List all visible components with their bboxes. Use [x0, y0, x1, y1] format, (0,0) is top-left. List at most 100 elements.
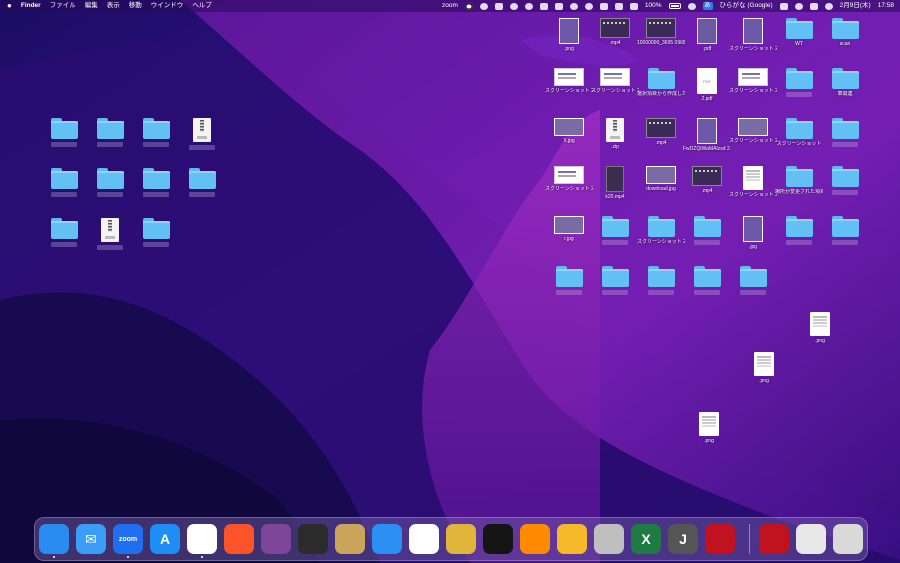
- brave-app[interactable]: [224, 524, 254, 554]
- excel-app[interactable]: X: [631, 524, 661, 554]
- desktop-item-folder[interactable]: [775, 216, 823, 245]
- finder-app[interactable]: [39, 524, 69, 554]
- desktop-item-zip[interactable]: [86, 218, 134, 250]
- tor-browser-app[interactable]: [261, 524, 291, 554]
- desktop-item-png[interactable]: .jpg: [729, 216, 777, 250]
- zoom-status-item[interactable]: zoom: [442, 0, 458, 12]
- desktop-item-shot[interactable]: スクリーンショット 2021-1....9.32.png: [729, 68, 777, 94]
- menubar-time[interactable]: 17:58: [878, 0, 894, 12]
- desktop-item-zip[interactable]: [178, 118, 226, 150]
- jedit-app[interactable]: J: [668, 524, 698, 554]
- desktop-item-folder[interactable]: [178, 168, 226, 197]
- menu-file[interactable]: ファイル: [50, 0, 76, 12]
- menubar-date[interactable]: 2月9日(木): [840, 0, 871, 12]
- menu-view[interactable]: 表示: [107, 0, 120, 12]
- clock-icon[interactable]: [569, 2, 578, 10]
- desktop-item-folder[interactable]: [40, 218, 88, 247]
- obs-status-icon[interactable]: [479, 2, 488, 10]
- desktop-item-folder[interactable]: [132, 118, 180, 147]
- desktop-item-folder[interactable]: [683, 266, 731, 295]
- desktop-item-shot[interactable]: スクリーンショット 2023-0....30.png: [545, 68, 593, 94]
- desktop-item-folder[interactable]: [821, 216, 869, 245]
- desktop-item-video[interactable]: .mp4: [683, 166, 731, 194]
- desktop-item-shot[interactable]: スクリーンショット 2023-0....33.png: [545, 166, 593, 192]
- zoom-app[interactable]: zoom: [113, 524, 143, 554]
- desktop-item-folder[interactable]: 選択項目から作成したフォルダ: [637, 68, 685, 97]
- desktop-item-video[interactable]: 10000000_3695 096800...._n.mp4: [637, 18, 685, 46]
- dropbox-icon[interactable]: [494, 2, 503, 10]
- desktop-item-folder[interactable]: スクリーンショット: [775, 118, 823, 147]
- desktop-item-folder[interactable]: [683, 216, 731, 245]
- desktop-item-jpg[interactable]: download.jpg: [637, 166, 685, 192]
- desktop-item-doc[interactable]: スクリーンショット 2022-0....1.25.png: [729, 166, 777, 198]
- transmit-app[interactable]: [446, 524, 476, 554]
- desktop-item-jpg[interactable]: r.jpg: [545, 216, 593, 242]
- podcast-app[interactable]: [335, 524, 365, 554]
- desktop-item-jpg[interactable]: X.jpg: [545, 118, 593, 144]
- desktop-item-tall[interactable]: k20.mp4: [591, 166, 639, 200]
- desktop-item-shot[interactable]: スクリーンショット 2022-1....9.42.png: [591, 68, 639, 94]
- desktop-item-zip[interactable]: .zip: [591, 118, 639, 150]
- bluetooth-icon[interactable]: [539, 2, 548, 10]
- desktop-item-folder[interactable]: [132, 218, 180, 247]
- menu-help[interactable]: ヘルプ: [192, 0, 212, 12]
- search-icon[interactable]: [794, 2, 803, 10]
- app-store-app[interactable]: A: [150, 524, 180, 554]
- acrobat-doc-stack[interactable]: [759, 524, 789, 554]
- control-center-icon[interactable]: [809, 2, 818, 10]
- desktop-item-video[interactable]: .mp4: [591, 18, 639, 46]
- desktop-item-folder[interactable]: [132, 168, 180, 197]
- menu-go[interactable]: 移動: [129, 0, 142, 12]
- desktop-item-video[interactable]: .mp4: [637, 118, 685, 146]
- obs-app[interactable]: [298, 524, 328, 554]
- input-method-label[interactable]: ひらがな (Google): [720, 0, 773, 12]
- desktop-item-doc[interactable]: .png: [740, 352, 788, 384]
- volume-icon[interactable]: [629, 2, 638, 10]
- menu-window[interactable]: ウインドウ: [151, 0, 184, 12]
- input-method-icon[interactable]: あ: [702, 2, 713, 10]
- desktop-item-folder[interactable]: [40, 168, 88, 197]
- desktop-item-folder[interactable]: [775, 68, 823, 97]
- desktop-item-folder[interactable]: [86, 118, 134, 147]
- desktop-item-folder[interactable]: [637, 266, 685, 295]
- timer-icon[interactable]: [509, 2, 518, 10]
- display-icon[interactable]: [554, 2, 563, 10]
- desktop-item-folder[interactable]: スクリーンショット 2022-1....2.24.png: [637, 216, 685, 245]
- documents-stack[interactable]: [796, 524, 826, 554]
- siri-icon[interactable]: [824, 2, 833, 10]
- desktop-item-doc[interactable]: .png: [796, 312, 844, 344]
- user-icon[interactable]: [687, 2, 696, 10]
- rec-icon[interactable]: [524, 2, 533, 10]
- desktop-item-jpg[interactable]: スクリーンショット 2022-0....34.png: [729, 118, 777, 144]
- vlc-app[interactable]: [520, 524, 550, 554]
- messages-app[interactable]: [557, 524, 587, 554]
- desktop-item-doc[interactable]: .png: [685, 412, 733, 444]
- desktop-item-folder[interactable]: [591, 216, 639, 245]
- activity-monitor-app[interactable]: [594, 524, 624, 554]
- network-app[interactable]: [483, 524, 513, 554]
- desktop-item-folder[interactable]: [729, 266, 777, 295]
- desktop-item-folder[interactable]: [821, 118, 869, 147]
- status-circle-icon[interactable]: [464, 2, 473, 10]
- desktop-item-folder[interactable]: [821, 166, 869, 195]
- desktop-item-png[interactable]: FwDZQtWaMAIzsd 2.jpg: [683, 118, 731, 152]
- apple-menu-icon[interactable]: ●: [7, 0, 12, 12]
- acrobat-app[interactable]: [705, 524, 735, 554]
- desktop-item-folder[interactable]: [545, 266, 593, 295]
- trash-app[interactable]: [833, 524, 863, 554]
- desktop-item-folder[interactable]: [40, 118, 88, 147]
- chrome-app[interactable]: [187, 524, 217, 554]
- desktop-item-folder[interactable]: [591, 266, 639, 295]
- desktop-item-pdf[interactable]: .pdf: [683, 18, 731, 52]
- desktop-item-folder[interactable]: WT: [775, 18, 823, 47]
- desktop-item-png[interactable]: .png: [545, 18, 593, 52]
- wifi-icon[interactable]: [779, 2, 788, 10]
- menu-edit[interactable]: 編集: [85, 0, 98, 12]
- evernote-app[interactable]: [409, 524, 439, 554]
- screen-mirroring-icon[interactable]: [599, 2, 608, 10]
- desktop-item-folder[interactable]: [86, 168, 134, 197]
- desktop-item-folder[interactable]: 場所が変更された項目.nosync: [775, 166, 823, 195]
- desktop-item-folder[interactable]: 車関連: [821, 68, 869, 97]
- desktop-item-png[interactable]: スクリーンショット 2021-0....6.47.png: [729, 18, 777, 52]
- safari-app[interactable]: [372, 524, 402, 554]
